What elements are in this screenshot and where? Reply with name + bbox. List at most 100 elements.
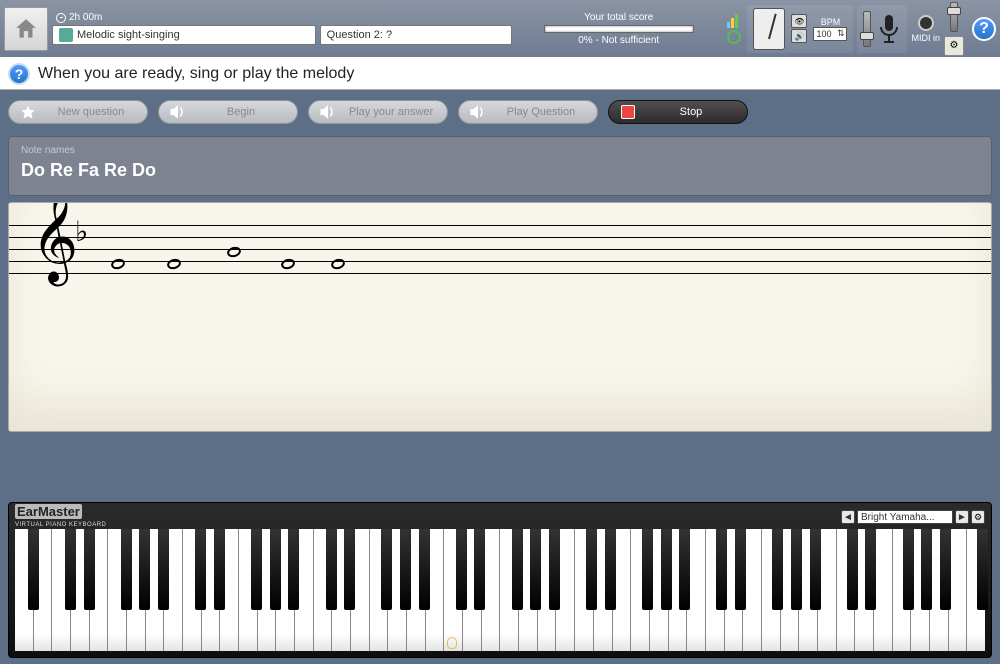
black-key[interactable] [810,529,821,610]
piano-logo: EarMaster VIRTUAL PIANO KEYBOARD [15,505,106,529]
preset-selector: ◄ Bright Yamaha... ► ⚙ [841,510,985,524]
treble-clef-icon: 𝄞 [31,209,78,265]
preset-prev-button[interactable]: ◄ [841,510,855,524]
virtual-piano: EarMaster VIRTUAL PIANO KEYBOARD ◄ Brigh… [8,502,992,658]
white-key[interactable] [874,529,893,651]
speaker-icon [469,103,487,121]
instruction-text: When you are ready, sing or play the mel… [38,65,354,83]
new-question-label: New question [45,106,137,118]
bpm-input[interactable]: 100 ⇅ [813,27,847,41]
instruction-bar: ? When you are ready, sing or play the m… [0,58,1000,90]
black-key[interactable] [139,529,150,610]
exercise-field[interactable]: Melodic sight-singing [52,25,316,45]
home-icon [13,16,39,42]
home-button[interactable] [4,7,48,51]
preset-name[interactable]: Bright Yamaha... [857,510,953,524]
black-key[interactable] [400,529,411,610]
play-question-button[interactable]: Play Question [458,100,598,124]
black-key[interactable] [642,529,653,610]
piano-keys [15,529,985,651]
begin-label: Begin [195,106,287,118]
stop-icon [619,103,637,121]
black-key[interactable] [679,529,690,610]
black-key[interactable] [661,529,672,610]
microphone-icon[interactable] [877,13,901,45]
black-key[interactable] [772,529,783,610]
black-key[interactable] [512,529,523,610]
black-key[interactable] [921,529,932,610]
metronome-group: 👁 🔊 BPM 100 ⇅ [747,5,853,53]
score-bar [544,25,694,33]
speaker-icon [169,103,187,121]
bpm-label: BPM [821,17,841,27]
flat-sign-icon: ♭ [75,215,88,249]
question-field[interactable]: Question 2: ? [320,25,512,45]
midi-in-group: MIDI in [911,15,940,43]
stop-label: Stop [645,106,737,118]
black-key[interactable] [977,529,988,610]
black-key[interactable] [288,529,299,610]
new-question-button[interactable]: New question [8,100,148,124]
stepper-icon[interactable]: ⇅ [837,28,845,39]
black-key[interactable] [326,529,337,610]
black-key[interactable] [270,529,281,610]
preset-next-button[interactable]: ► [955,510,969,524]
speaker-icon [319,103,337,121]
preset-settings-button[interactable]: ⚙ [971,510,985,524]
white-key[interactable] [818,529,837,651]
black-key[interactable] [903,529,914,610]
black-key[interactable] [214,529,225,610]
star-icon [19,103,37,121]
black-key[interactable] [28,529,39,610]
black-key[interactable] [419,529,430,610]
black-key[interactable] [549,529,560,610]
bar-chart-icon[interactable] [727,14,741,28]
black-key[interactable] [865,529,876,610]
black-key[interactable] [791,529,802,610]
black-key[interactable] [84,529,95,610]
black-key[interactable] [121,529,132,610]
black-key[interactable] [195,529,206,610]
black-key[interactable] [605,529,616,610]
score-label: Your total score [584,12,653,23]
exercise-name: Melodic sight-singing [77,29,180,41]
black-key[interactable] [940,529,951,610]
eye-icon[interactable]: 👁 [791,14,807,28]
black-key[interactable] [158,529,169,610]
help-button[interactable]: ? [972,17,996,41]
black-key[interactable] [716,529,727,610]
exercise-icon [59,28,73,42]
begin-button[interactable]: Begin [158,100,298,124]
note-names-text: Do Re Fa Re Do [21,160,979,181]
black-key[interactable] [847,529,858,610]
piano-brand: EarMaster [15,504,82,519]
stop-button[interactable]: Stop [608,100,748,124]
black-key[interactable] [530,529,541,610]
black-key[interactable] [735,529,746,610]
stats-icons [725,14,743,44]
black-key[interactable] [344,529,355,610]
score-text: 0% - Not sufficient [578,35,659,46]
midi-knob-icon[interactable] [918,15,934,31]
action-row: New question Begin Play your answer Play… [0,90,1000,130]
midi-label: MIDI in [911,33,940,43]
speaker-icon[interactable]: 🔊 [791,29,807,43]
music-staff: 𝄞 ♭ [8,202,992,432]
white-key[interactable] [949,529,968,651]
play-answer-label: Play your answer [345,106,437,118]
black-key[interactable] [65,529,76,610]
mic-level-slider[interactable] [863,11,871,47]
black-key[interactable] [381,529,392,610]
black-key[interactable] [474,529,485,610]
metronome-icon[interactable] [753,8,785,50]
note-names-panel: Note names Do Re Fa Re Do [8,136,992,196]
play-question-label: Play Question [495,106,587,118]
volume-slider[interactable] [950,2,958,32]
black-key[interactable] [251,529,262,610]
refresh-icon[interactable] [727,30,741,44]
black-key[interactable] [456,529,467,610]
options-button[interactable]: ⚙ [944,36,964,56]
play-answer-button[interactable]: Play your answer [308,100,448,124]
time-text: 2h 00m [69,12,102,23]
black-key[interactable] [586,529,597,610]
